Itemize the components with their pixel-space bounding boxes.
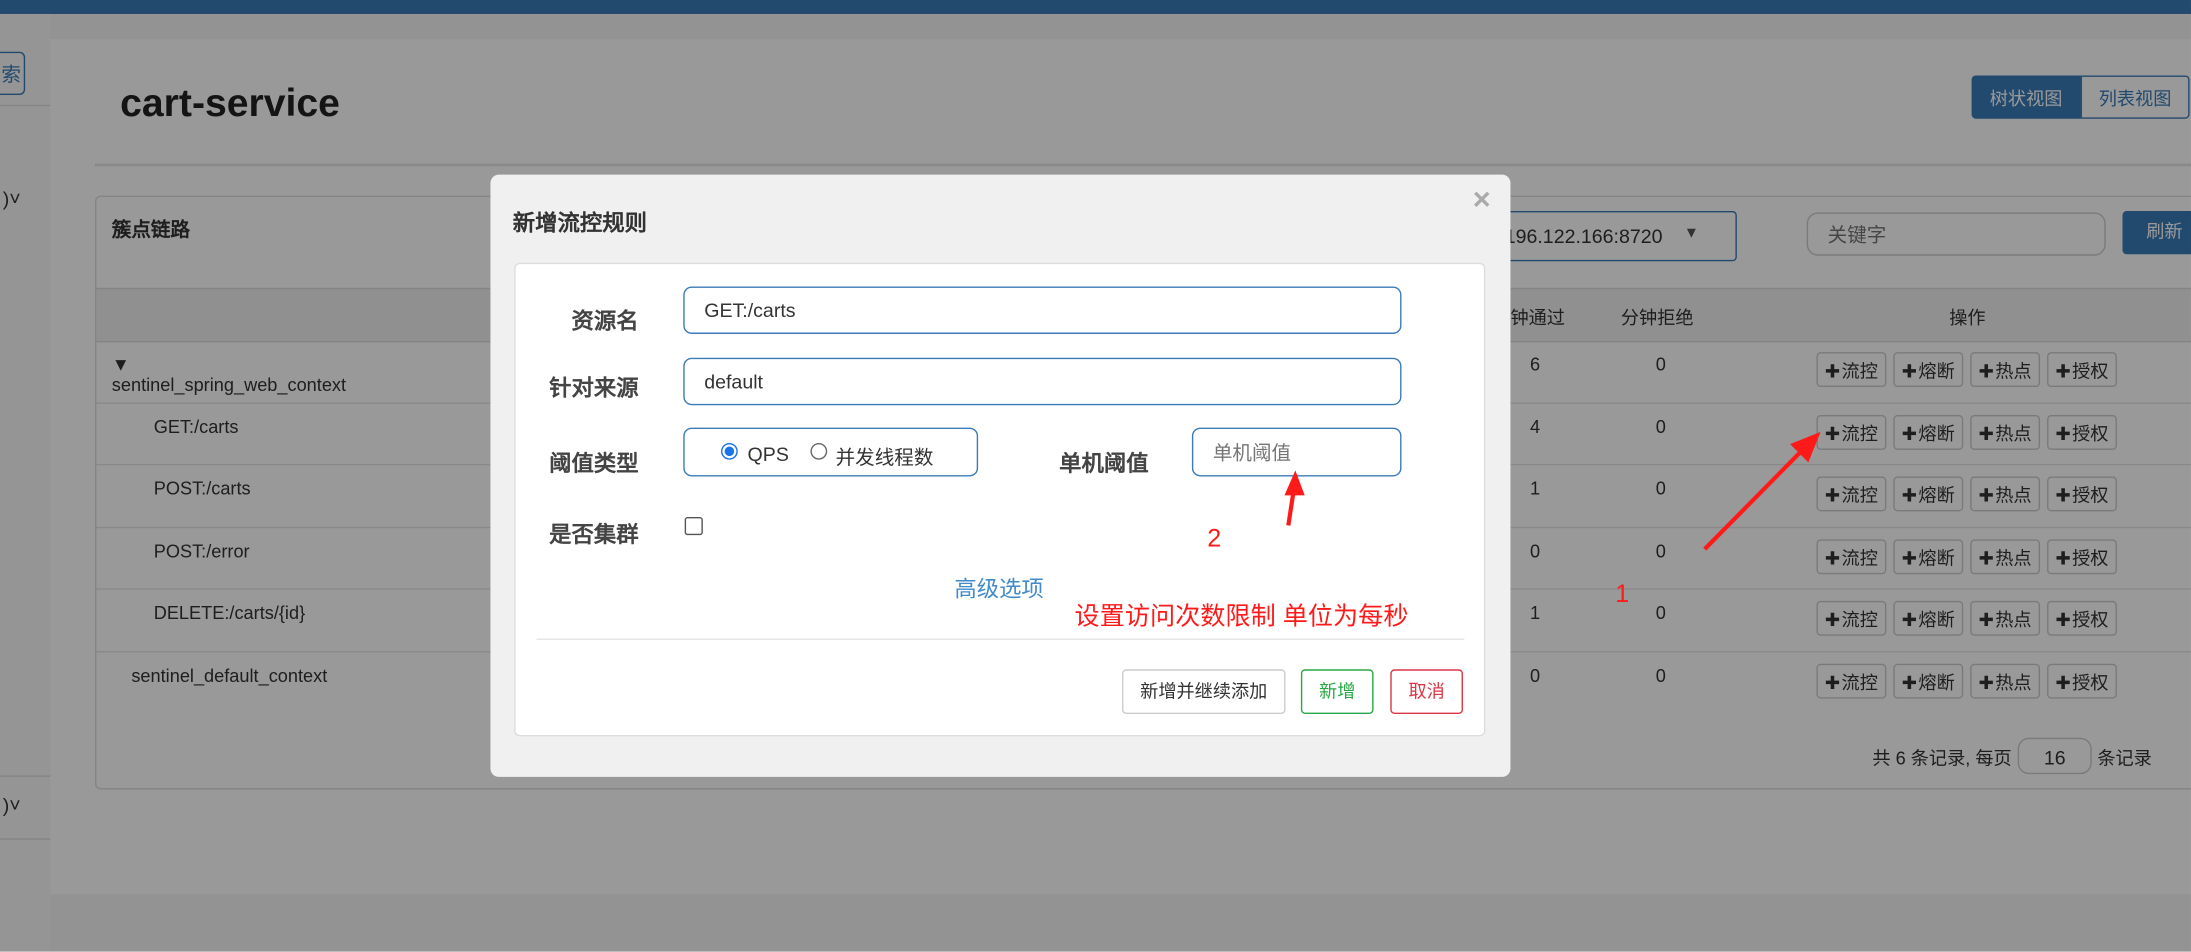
annotation-marker-1: 1 bbox=[1615, 579, 1630, 608]
arrow-2-icon bbox=[1284, 470, 1305, 526]
arrow-1-icon bbox=[1703, 431, 1821, 551]
annotation-marker-2: 2 bbox=[1207, 523, 1222, 552]
annotation-note: 设置访问次数限制 单位为每秒 bbox=[1074, 602, 1409, 631]
annotation-arrows bbox=[1284, 431, 1821, 551]
